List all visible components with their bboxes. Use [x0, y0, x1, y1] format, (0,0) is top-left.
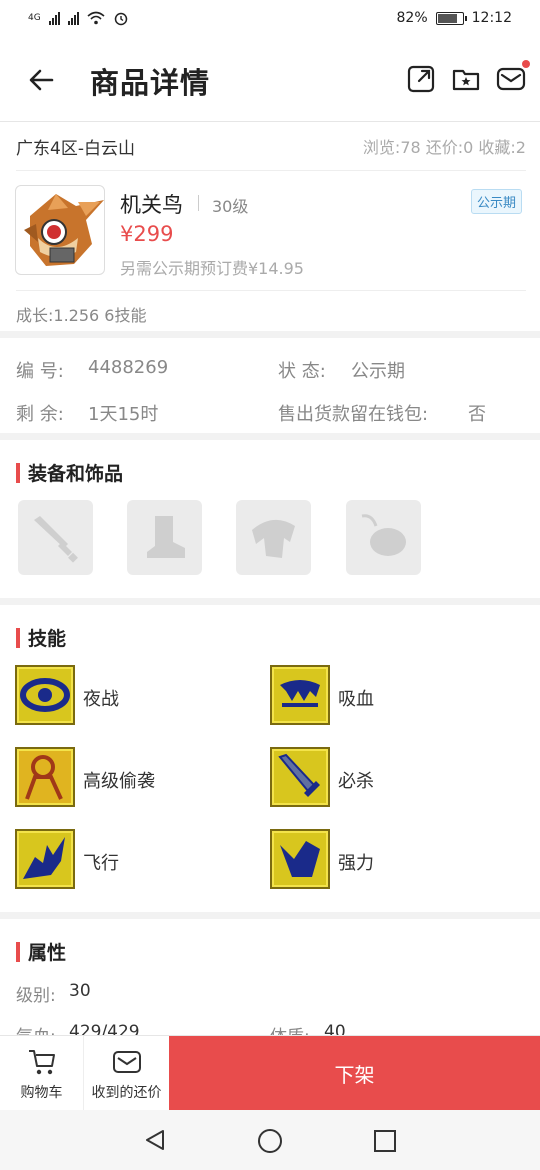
eye-skill-icon[interactable] [15, 665, 75, 725]
price: ¥299 [120, 222, 174, 246]
status-value: 公示期 [351, 361, 405, 382]
nav-back-icon[interactable] [143, 1128, 167, 1152]
equip-slot-weapon[interactable] [18, 500, 93, 575]
attributes-section-title: 属性 [16, 938, 66, 965]
battery-fill [437, 13, 457, 23]
attributes-title-text: 属性 [28, 942, 67, 964]
sword-skill-glyph [278, 753, 320, 797]
attr-level-label: 级别: [16, 986, 56, 1006]
section-gap [0, 598, 540, 605]
pet-level: 30级 [212, 197, 249, 216]
wing-skill-glyph [23, 837, 65, 879]
offers-mail-icon [112, 1050, 141, 1073]
skill-label: 高级偷袭 [83, 771, 155, 792]
section-gap [0, 912, 540, 919]
growth-info: 成长:1.256 6技能 [16, 306, 147, 325]
sneak-skill-glyph [25, 755, 63, 800]
equip-slot-armor[interactable] [236, 500, 311, 575]
accessory-icon [361, 514, 406, 556]
boot-icon [147, 516, 185, 558]
skill-label: 夜战 [83, 689, 119, 710]
offers-label: 收到的还价 [91, 1084, 162, 1101]
eye-skill-glyph [20, 678, 70, 712]
wing-skill-icon[interactable] [15, 829, 75, 889]
battery-percent: 82% [396, 10, 428, 26]
skill-label: 吸血 [338, 689, 374, 710]
server-name: 广东4区-白云山 [16, 139, 135, 159]
equip-slot-boots[interactable] [127, 500, 202, 575]
cart-label: 购物车 [20, 1084, 63, 1101]
status-right: 82% 12:12 [397, 10, 512, 26]
favorite-folder-icon[interactable] [451, 64, 481, 94]
skill-label: 必杀 [338, 771, 374, 792]
page-title: 商品详情 [90, 66, 211, 100]
divider [16, 170, 526, 171]
offers-button[interactable]: 收到的还价 [84, 1036, 169, 1111]
mail-icon [496, 67, 526, 91]
remaining-value: 1天15时 [88, 404, 159, 425]
equipment-title-text: 装备和饰品 [28, 463, 124, 485]
mechanical-bird-image [24, 194, 104, 266]
divider [16, 290, 526, 291]
alarm-icon [114, 12, 127, 26]
section-gap [0, 433, 540, 440]
arm-skill-icon[interactable] [270, 829, 330, 889]
signal-icon [48, 11, 60, 25]
notification-dot [522, 60, 530, 68]
header: 商品详情 [0, 38, 540, 122]
number-value: 4488269 [88, 357, 169, 378]
share-icon[interactable] [406, 64, 436, 94]
status-bar: 4G 82% 12:12 [0, 0, 540, 38]
skills-title-text: 技能 [28, 628, 67, 650]
wallet-value: 否 [468, 404, 486, 425]
skill-label: 飞行 [83, 853, 119, 874]
battery-icon [435, 11, 467, 25]
signal-icon-2 [67, 11, 79, 25]
pet-name: 机关鸟 [120, 193, 183, 217]
wifi-icon [87, 11, 105, 25]
equip-slot-accessory[interactable] [346, 500, 421, 575]
equipment-section-title: 装备和饰品 [16, 459, 123, 486]
section-gap [0, 331, 540, 338]
sneak-skill-icon[interactable] [15, 747, 75, 807]
mail-button[interactable] [496, 60, 530, 94]
back-arrow-icon[interactable] [24, 62, 60, 98]
deposit-fee: 另需公示期预订费¥14.95 [120, 259, 304, 278]
wallet-label: 售出货款留在钱包: [278, 404, 429, 425]
pet-avatar[interactable] [15, 185, 105, 275]
clock: 12:12 [471, 10, 512, 26]
arm-skill-glyph [280, 841, 320, 877]
view-stats: 浏览:78 还价:0 收藏:2 [362, 138, 526, 157]
status-left: 4G [28, 10, 129, 26]
server-row: 广东4区-白云山 浏览:78 还价:0 收藏:2 [0, 122, 540, 170]
status-label: 状 态: [278, 361, 326, 382]
armor-icon [252, 519, 295, 558]
sword-skill-icon[interactable] [270, 747, 330, 807]
nav-recents-icon[interactable] [373, 1129, 397, 1153]
sword-icon [34, 516, 78, 563]
skill-label: 强力 [338, 853, 374, 874]
remaining-label: 剩 余: [16, 404, 64, 425]
cart-icon [28, 1049, 55, 1074]
fang-skill-glyph [280, 680, 320, 707]
system-nav-bar [0, 1110, 540, 1170]
nav-home-icon[interactable] [257, 1128, 283, 1154]
number-label: 编 号: [16, 361, 64, 382]
bottom-action-bar: 购物车 收到的还价 下架 [0, 1035, 540, 1111]
attr-level-value: 30 [69, 981, 91, 1001]
name-divider [198, 195, 199, 211]
off-shelf-button[interactable]: 下架 [169, 1036, 540, 1111]
skills-section-title: 技能 [16, 624, 66, 651]
network-type: 4G [28, 12, 41, 23]
status-badge: 公示期 [471, 189, 523, 214]
fang-skill-icon[interactable] [270, 665, 330, 725]
cart-button[interactable]: 购物车 [0, 1036, 84, 1111]
